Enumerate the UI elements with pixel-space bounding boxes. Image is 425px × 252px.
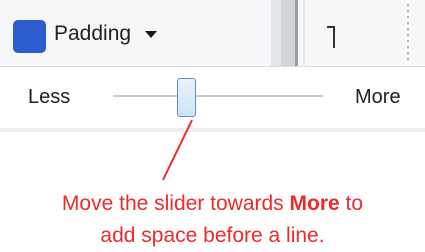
annotation-line-1: Move the slider towards More to [0,188,425,220]
annotation-text: Move the slider towards More to add spac… [0,188,425,252]
annotation-line1-after: to [339,192,364,215]
annotation-emphasis: More [289,192,340,215]
annotation-line-2: add space before a line. [100,224,325,247]
annotation-line1-before: Move the slider towards [61,192,290,215]
